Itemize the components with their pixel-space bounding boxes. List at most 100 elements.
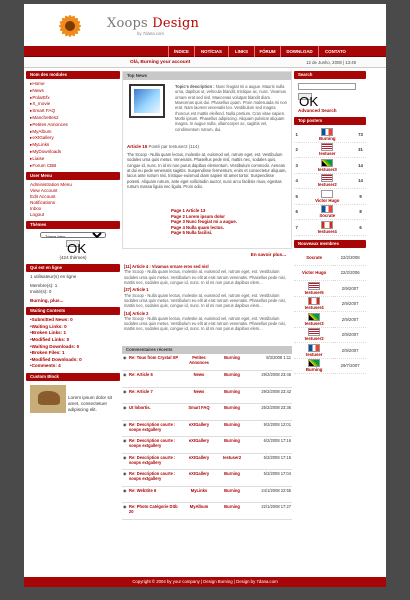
comment-module[interactable]: Petites Annonces	[182, 354, 216, 371]
poster-name[interactable]: Socrate	[319, 213, 335, 218]
comment-module[interactable]: eXtGallery	[182, 453, 216, 470]
module-link[interactable]: Home	[26, 81, 120, 88]
module-link[interactable]: Smart FAQ	[26, 108, 120, 115]
poster-name[interactable]: Victor Hugo	[315, 198, 339, 203]
member-name[interactable]: testuser5	[305, 290, 324, 295]
advanced-search-link[interactable]: Advanced Search	[294, 108, 366, 114]
comments-header: Commentaires récents	[122, 346, 292, 354]
comment-title[interactable]: Re: Description courte : soops extgaller…	[128, 453, 182, 470]
poster-name[interactable]: testuser2	[318, 182, 337, 187]
comment-user[interactable]: Burning	[216, 370, 248, 388]
poster-posts: 6	[355, 219, 366, 236]
search-ok-button[interactable]: OK	[298, 92, 318, 109]
member-name[interactable]: Victor Hugo	[294, 265, 335, 282]
online-header: Qui est en ligne	[26, 264, 120, 273]
module-link[interactable]: MyAlbum	[26, 129, 120, 136]
nav-download[interactable]: DOWNLOAD	[280, 46, 318, 57]
search-input[interactable]	[298, 83, 356, 90]
online-user-link[interactable]: Burning, plus...	[26, 298, 120, 304]
member-date: 2/9/2007	[334, 311, 366, 328]
comment-user[interactable]: Burning	[216, 436, 248, 454]
comment-title[interactable]: Re: Tous from Crystal XP	[128, 354, 182, 371]
module-link[interactable]: Forum CBB	[26, 163, 120, 170]
date-time: 12 de Junho, 2008 | 13:49	[306, 60, 356, 65]
feature-link[interactable]: Page 3 Nunc feugiat mi a augue.	[171, 219, 237, 225]
waiting-item[interactable]: Broken Files: 1	[26, 350, 120, 357]
waiting-item[interactable]: Broken Links: 1	[26, 330, 120, 337]
user-menu-list: Administration Menu View Account Edit Ac…	[26, 182, 120, 218]
table-row: 1 Burning 73	[294, 126, 366, 143]
module-link[interactable]: Manchettes2	[26, 115, 120, 122]
waiting-item[interactable]: Modified Links: 0	[26, 337, 120, 344]
comment-module[interactable]: eXtGallery	[182, 436, 216, 454]
module-link[interactable]: eXtGallery	[26, 135, 120, 142]
comment-user[interactable]: Burning	[216, 403, 248, 421]
article-summary: The Scoop - Nulla quam lectus, molestie …	[124, 269, 286, 285]
comment-date: 29/2/2008 23:42	[248, 387, 292, 404]
waiting-item[interactable]: Waiting Downloads: 0	[26, 344, 120, 351]
comment-title[interactable]: Ut lobortis.	[128, 403, 182, 421]
user-greeting[interactable]: Olá, Burning your account	[130, 60, 190, 66]
comment-user[interactable]: testuser2	[216, 453, 248, 470]
comment-module[interactable]: News	[182, 370, 216, 388]
comment-title[interactable]: Re: Article 7	[128, 387, 182, 404]
comment-user[interactable]: Burning	[216, 469, 248, 487]
nav-index[interactable]: ÍNDICE	[168, 46, 194, 57]
comment-title[interactable]: Re: Description courte : soops extgaller…	[128, 436, 182, 454]
module-link[interactable]: News	[26, 88, 120, 95]
flag-icon	[321, 158, 334, 167]
module-link[interactable]: Petites Annonces	[26, 122, 120, 129]
poster-name[interactable]: testuser4	[318, 229, 337, 234]
poster-name[interactable]: testuser3	[318, 167, 337, 172]
comment-user[interactable]: Burning	[216, 387, 248, 404]
member-name[interactable]: testuser	[306, 352, 323, 357]
module-link[interactable]: X_movie	[26, 101, 120, 108]
comment-module[interactable]: MyAlbum	[182, 502, 216, 520]
comment-module[interactable]: eXtGallery	[182, 469, 216, 487]
poster-name[interactable]: Burning	[319, 136, 335, 141]
member-name[interactable]: Socrate	[294, 249, 335, 266]
nav-news[interactable]: NOTÍCIAS	[194, 46, 228, 57]
theme-select[interactable]: 7dana-bleu	[40, 232, 106, 239]
waiting-item[interactable]: Modified Downloads: 0	[26, 357, 120, 364]
poster-posts: 31	[355, 142, 366, 159]
waiting-item[interactable]: Submitted News: 0	[26, 317, 120, 324]
module-link[interactable]: Liaise	[26, 156, 120, 163]
nav-forum[interactable]: FÓRUM	[254, 46, 280, 57]
comment-title[interactable]: Re: WebSite 6	[128, 486, 182, 503]
table-row: 4 testuser2 14	[294, 173, 366, 190]
new-members-table: Socrate 22/2/2008 Victor Hugo 22/2/2006 te…	[294, 249, 366, 375]
theme-ok-button[interactable]: OK	[66, 240, 86, 256]
comment-title[interactable]: Re: Photo Catégorie DSb 20	[128, 502, 182, 520]
member-name[interactable]: testuser4	[305, 305, 324, 310]
comment-user[interactable]: Burning	[216, 354, 248, 371]
comment-title[interactable]: Re: Description courte : soops extgaller…	[128, 469, 182, 487]
module-link[interactable]: PolarEfx	[26, 95, 120, 102]
waiting-item[interactable]: Waiting Links: 0	[26, 324, 120, 331]
article-meta: Posté par testuser2 (114)	[148, 144, 199, 149]
module-link[interactable]: MyLinks	[26, 142, 120, 149]
member-name[interactable]: testuser2	[305, 336, 324, 341]
feature-list: Page 1 Article 13 Page 2 Lorem ipsum dol…	[171, 208, 237, 236]
comment-title[interactable]: Re: Article 6	[128, 370, 182, 388]
nav-links[interactable]: LINKS	[228, 46, 254, 57]
comment-module[interactable]: eXtGallery	[182, 420, 216, 437]
user-menu-link[interactable]: Logout	[30, 212, 120, 218]
member-name[interactable]: testuser3	[305, 321, 324, 326]
comment-title[interactable]: Re: Description courte : soops extgaller…	[128, 420, 182, 437]
search-header: Search	[294, 71, 366, 79]
feature-link[interactable]: Page 5 Nulla facilisi.	[171, 230, 237, 236]
comment-module[interactable]: News	[182, 387, 216, 404]
poster-name[interactable]: testuser	[319, 151, 336, 156]
comment-user[interactable]: Burning	[216, 486, 248, 503]
comment-user[interactable]: Burning	[216, 502, 248, 520]
nav-contact[interactable]: CONTATO	[318, 46, 352, 57]
read-more-link[interactable]: En savoir plus...	[122, 252, 292, 260]
comment-module[interactable]: MyLinks	[182, 486, 216, 503]
waiting-item[interactable]: Comments: 4	[26, 363, 120, 370]
comment-user[interactable]: Burning	[216, 420, 248, 437]
comment-module[interactable]: Smart FAQ	[182, 403, 216, 421]
article-title[interactable]: Article 15	[127, 144, 147, 149]
module-link[interactable]: MyDownloads	[26, 149, 120, 156]
member-name[interactable]: Burning	[306, 367, 322, 372]
